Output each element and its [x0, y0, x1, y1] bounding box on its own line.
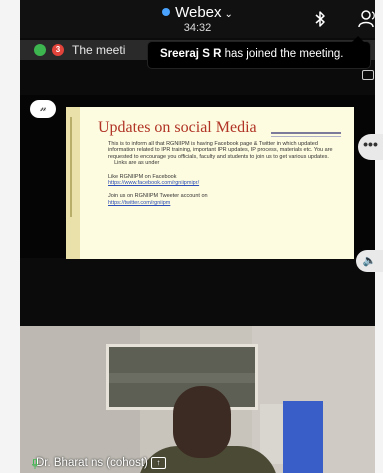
- webex-meeting-screen: Webex ⌄ 34:32 3 The meeti Sreeraj S R has…: [0, 0, 383, 473]
- slide-body-text: This is to inform all that RGNIIPM is ha…: [108, 141, 333, 160]
- join-notification-toast: Sreeraj S R has joined the meeting.: [148, 36, 370, 68]
- audio-toggle-button[interactable]: 🔈: [356, 250, 383, 272]
- online-status-icon: [34, 44, 46, 56]
- meeting-banner-text: The meeti: [72, 43, 126, 57]
- presenter-avatar[interactable]: 𝓃: [30, 100, 56, 118]
- unread-count-badge: 3: [52, 44, 64, 56]
- slide-facebook-block: Like RGNIIPM on Facebook https://www.face…: [108, 174, 340, 187]
- participant-head: [173, 386, 231, 458]
- toast-participant-name: Sreeraj S R: [160, 48, 222, 60]
- video-name-label: Dr. Bharat ns (cohost) ↑: [26, 457, 166, 469]
- minimize-icon[interactable]: [362, 70, 374, 80]
- twitter-label: Join us on RGNIIPM Tweeter account on: [108, 193, 208, 200]
- right-edge: [375, 0, 383, 473]
- mic-icon: [32, 459, 38, 469]
- video-blue-object: [283, 401, 323, 473]
- slide-rule: [271, 132, 341, 134]
- facebook-link[interactable]: https://www.facebook.com/rgniipmipr/: [108, 180, 199, 186]
- top-bar: Webex ⌄ 34:32: [20, 0, 375, 38]
- slide-paragraph: This is to inform all that RGNIIPM is ha…: [108, 141, 340, 167]
- more-options-button[interactable]: •••: [358, 134, 383, 160]
- facebook-label: Like RGNIIPM on Facebook: [108, 173, 177, 180]
- twitter-link[interactable]: https://twitter.com/rgniipm: [108, 200, 170, 206]
- slide-twitter-block: Join us on RGNIIPM Tweeter account on htt…: [108, 193, 340, 206]
- bluetooth-icon[interactable]: [312, 10, 328, 28]
- slide-decoration: [66, 107, 80, 259]
- app-name: Webex: [175, 4, 222, 21]
- chevron-down-icon: ⌄: [224, 9, 233, 20]
- share-icon: ↑: [150, 457, 166, 469]
- participants-icon[interactable]: [358, 9, 378, 29]
- participant-video[interactable]: [20, 326, 375, 473]
- slide-title: Updates on social Media: [98, 119, 257, 136]
- shared-slide: Updates on social Media This is to infor…: [66, 107, 354, 259]
- slide-links-note: Links are as under: [114, 160, 160, 167]
- slide-body: This is to inform all that RGNIIPM is ha…: [108, 141, 340, 213]
- speaker-muted-icon: 🔈: [362, 255, 377, 267]
- left-edge: [0, 0, 20, 473]
- participant-name: Dr. Bharat ns (cohost): [36, 457, 148, 470]
- toast-pointer: [352, 36, 364, 42]
- slide-rule-thin: [271, 136, 341, 137]
- toast-text: Sreeraj S R has joined the meeting.: [160, 48, 343, 60]
- webex-status-icon: [162, 8, 171, 17]
- toast-message: has joined the meeting.: [221, 48, 344, 60]
